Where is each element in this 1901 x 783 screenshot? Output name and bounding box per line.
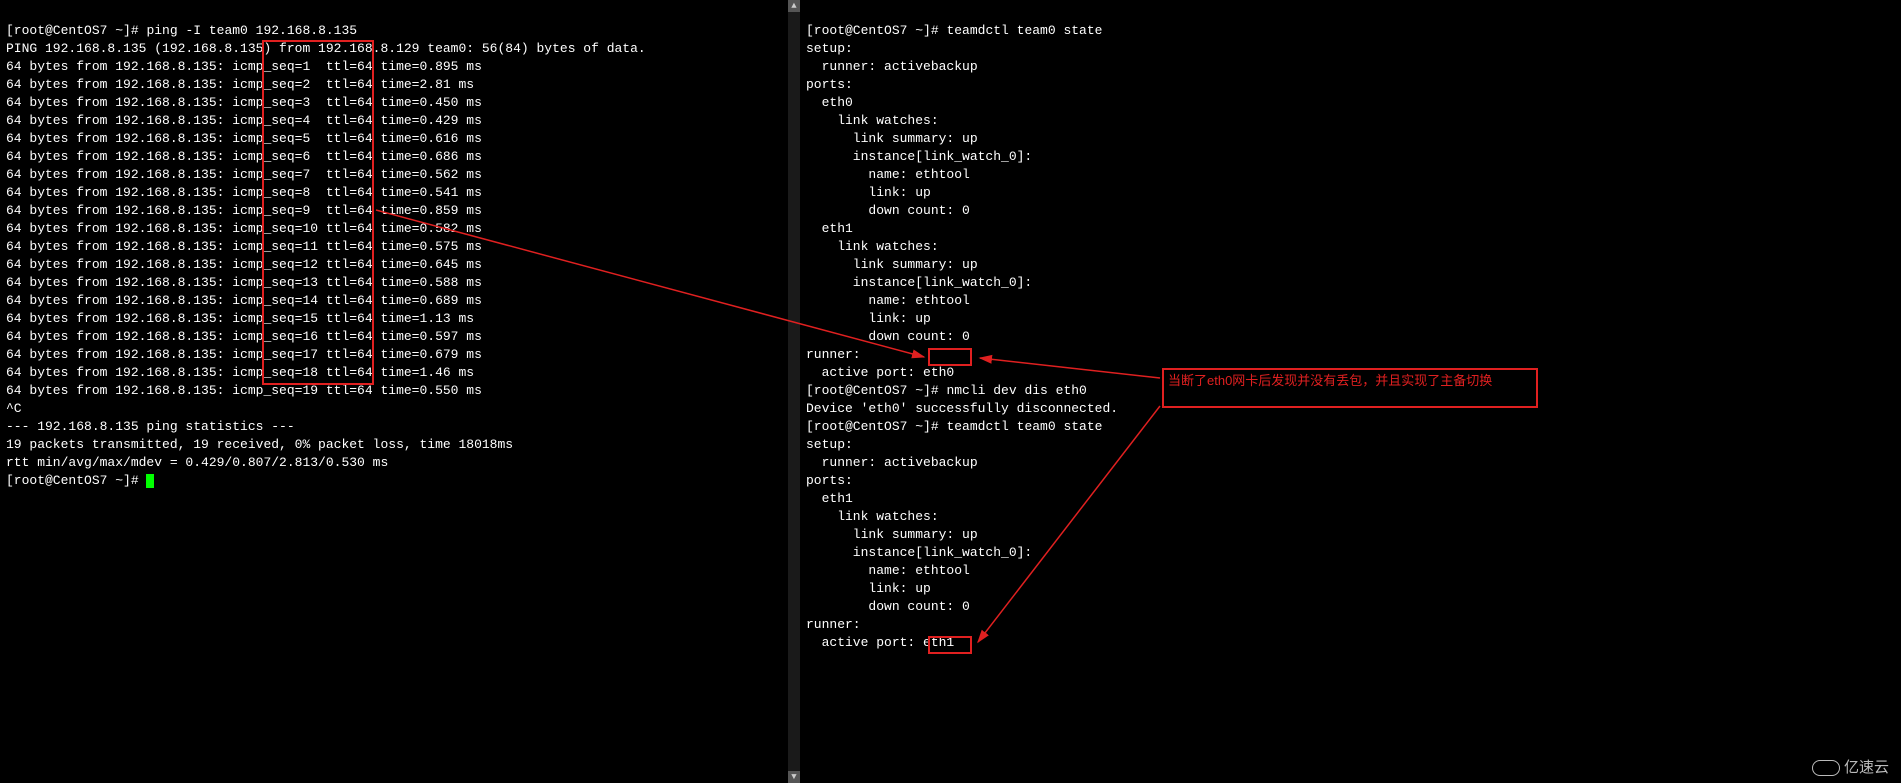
scroll-up-icon[interactable]: ▲	[788, 0, 800, 12]
shell-prompt: [root@CentOS7 ~]#	[806, 419, 946, 434]
terminal-right[interactable]: [root@CentOS7 ~]# teamdctl team0 state s…	[800, 0, 1901, 783]
active-port-value: eth1	[923, 635, 954, 650]
ping-header: PING 192.168.8.135 (192.168.8.135) from …	[6, 41, 646, 56]
ping-stats-2: rtt min/avg/max/mdev = 0.429/0.807/2.813…	[6, 455, 388, 470]
watermark-text: 亿速云	[1844, 759, 1889, 777]
shell-prompt: [root@CentOS7 ~]#	[6, 23, 146, 38]
teamdctl-output-2: setup: runner: activebackup ports: eth1 …	[806, 436, 1895, 634]
ctrl-c: ^C	[6, 401, 22, 416]
command-text: teamdctl team0 state	[946, 419, 1102, 434]
scrollbar[interactable]: ▲ ▼	[788, 0, 800, 783]
shell-prompt: [root@CentOS7 ~]#	[806, 23, 946, 38]
disconnect-msg: Device 'eth0' successfully disconnected.	[806, 401, 1118, 416]
active-port-label: active port:	[806, 635, 923, 650]
watermark: 亿速云	[1812, 759, 1889, 777]
terminal-left[interactable]: [root@CentOS7 ~]# ping -I team0 192.168.…	[0, 0, 790, 783]
ping-output-lines: 64 bytes from 192.168.8.135: icmp_seq=1 …	[6, 58, 783, 400]
teamdctl-output-1: setup: runner: activebackup ports: eth0 …	[806, 40, 1895, 364]
annotation-text: 当断了eth0网卡后发现并没有丢包，并且实现了主备切换	[1168, 372, 1538, 390]
active-port-value: eth0	[923, 365, 954, 380]
command-text: ping -I team0 192.168.8.135	[146, 23, 357, 38]
ping-stats-header: --- 192.168.8.135 ping statistics ---	[6, 419, 295, 434]
command-text: nmcli dev dis eth0	[946, 383, 1086, 398]
cloud-icon	[1812, 760, 1840, 776]
shell-prompt: [root@CentOS7 ~]#	[6, 473, 146, 488]
shell-prompt: [root@CentOS7 ~]#	[806, 383, 946, 398]
scroll-down-icon[interactable]: ▼	[788, 771, 800, 783]
ping-stats-1: 19 packets transmitted, 19 received, 0% …	[6, 437, 513, 452]
cursor-icon	[146, 474, 154, 488]
active-port-label: active port:	[806, 365, 923, 380]
command-text: teamdctl team0 state	[946, 23, 1102, 38]
